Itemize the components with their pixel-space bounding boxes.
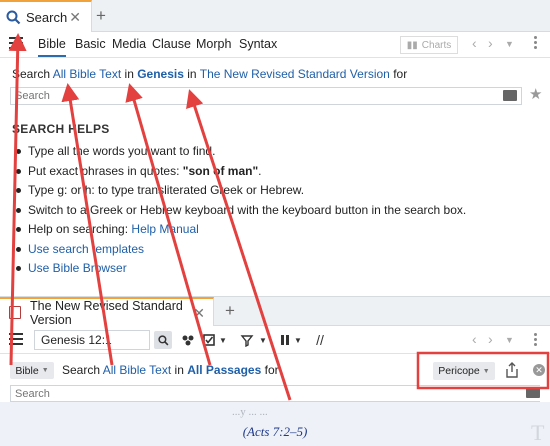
bible-toolbar: ▼ ▼ ▼ // ‹ › ▼	[0, 326, 550, 354]
bible-text-area: ...y ... ... (Acts 7:2–5) T	[0, 402, 550, 446]
tab-syntax[interactable]: Syntax	[239, 37, 277, 51]
book-link[interactable]: Genesis	[137, 67, 184, 81]
search-helps-title: SEARCH HELPS	[12, 122, 110, 136]
chevron-down-icon[interactable]: ▼	[219, 331, 227, 349]
tab-clause[interactable]: Clause	[152, 37, 191, 51]
tab-search[interactable]: Search ✕	[0, 0, 92, 32]
search-icon[interactable]	[154, 331, 172, 349]
forward-arrow-icon[interactable]: ›	[488, 331, 493, 347]
version-link[interactable]: The New Revised Standard Version	[200, 67, 390, 81]
chevron-down-icon[interactable]: ▼	[259, 331, 267, 349]
bible-browser-link[interactable]: Use Bible Browser	[28, 261, 127, 275]
search-templates-link[interactable]: Use search templates	[28, 242, 144, 256]
in-word-2: in	[187, 67, 197, 81]
keyboard-icon[interactable]	[503, 90, 517, 101]
bible-search-box	[10, 385, 540, 402]
tab-basic[interactable]: Basic	[75, 37, 106, 51]
tab-bible[interactable]: Bible	[38, 37, 66, 57]
tab-bible-version-label: The New Revised Standard Version	[30, 298, 183, 327]
more-options-icon[interactable]	[534, 333, 538, 348]
close-icon[interactable]: ✕	[69, 9, 81, 26]
list-item: Type g: or h: to type transliterated Gre…	[12, 183, 466, 203]
share-icon[interactable]	[503, 360, 521, 380]
charts-button[interactable]: ▮▮ Charts	[400, 36, 458, 54]
clear-search-icon[interactable]: ✕	[533, 364, 545, 376]
chevron-down-icon[interactable]: ▼	[505, 335, 514, 345]
bible-search-bar: Bible ▼ Search All Bible Text in All Pas…	[0, 355, 550, 385]
keyboard-icon[interactable]	[526, 387, 540, 398]
tab-bible-version[interactable]: The New Revised Standard Version ✕	[0, 297, 214, 327]
reference-input[interactable]	[35, 331, 145, 349]
visual-filter-icon[interactable]	[239, 331, 255, 349]
hamburger-menu-icon[interactable]	[9, 37, 23, 51]
search-type-bar: Bible Basic Media Clause Morph Syntax ▮▮…	[0, 32, 550, 58]
in-word: in	[124, 67, 134, 81]
add-tab-icon[interactable]: +	[96, 6, 106, 26]
search-icon	[0, 10, 26, 25]
top-tab-bar: Search ✕ +	[0, 0, 550, 32]
scope-link[interactable]: All Bible Text	[103, 363, 171, 377]
faint-verse-text: ...y ... ...	[232, 406, 268, 418]
help-manual-link[interactable]: Help Manual	[131, 222, 198, 236]
back-arrow-icon[interactable]: ‹	[472, 331, 477, 347]
tab-media[interactable]: Media	[112, 37, 146, 51]
pericope-label: Pericope	[438, 365, 480, 377]
tab-morph[interactable]: Morph	[196, 37, 231, 51]
passages-link[interactable]: All Passages	[187, 363, 261, 377]
parallel-icon[interactable]	[180, 331, 196, 349]
list-item: Put exact phrases in quotes: "son of man…	[12, 164, 466, 184]
star-icon[interactable]: ★	[529, 85, 542, 103]
search-prefix: Search	[62, 363, 101, 377]
search-suffix: for	[264, 363, 279, 377]
search-scope-line-2: Search All Bible Text in All Passages fo…	[62, 363, 279, 377]
search-input[interactable]	[11, 88, 491, 104]
bible-dropdown-label: Bible	[15, 364, 39, 377]
charts-label: Charts	[421, 39, 452, 51]
search-suffix: for	[393, 67, 408, 81]
search-helps-list: Type all the words you want to find. Put…	[12, 144, 466, 281]
reference-box	[34, 330, 150, 350]
book-icon	[9, 306, 21, 319]
chevron-down-icon[interactable]: ▼	[294, 331, 302, 349]
text-size-icon[interactable]: T	[531, 420, 544, 446]
citation-text: (Acts 7:2–5)	[242, 424, 308, 439]
bottom-tab-bar: The New Revised Standard Version ✕ +	[0, 296, 550, 327]
in-word: in	[174, 363, 184, 377]
more-options-icon[interactable]	[534, 36, 538, 51]
hamburger-menu-icon[interactable]	[9, 333, 23, 347]
list-item: Type all the words you want to find.	[12, 144, 466, 164]
pericope-button[interactable]: Pericope ▼	[433, 362, 495, 380]
back-arrow-icon[interactable]: ‹	[472, 35, 477, 51]
list-item: Use Bible Browser	[12, 261, 466, 281]
search-scope-line: Search All Bible Text in Genesis in The …	[12, 67, 407, 81]
slash-icon[interactable]: //	[314, 331, 326, 349]
forward-arrow-icon[interactable]: ›	[488, 35, 493, 51]
search-box	[10, 87, 522, 105]
scope-link[interactable]: All Bible Text	[53, 67, 121, 81]
close-icon[interactable]: ✕	[193, 305, 205, 322]
bar-chart-icon: ▮▮	[406, 39, 418, 51]
list-item: Use search templates	[12, 242, 466, 262]
chevron-down-icon: ▼	[482, 367, 490, 375]
search-prefix: Search	[12, 67, 51, 81]
list-item: Help on searching: Help Manual	[12, 222, 466, 242]
list-item: Switch to a Greek or Hebrew keyboard wit…	[12, 203, 466, 223]
chevron-down-icon[interactable]: ▼	[505, 39, 514, 49]
chevron-down-icon: ▼	[41, 367, 49, 374]
columns-icon[interactable]	[279, 331, 291, 349]
checkbox-icon[interactable]	[202, 331, 216, 349]
add-tab-icon[interactable]: +	[225, 301, 235, 321]
bible-dropdown-button[interactable]: Bible ▼	[10, 362, 54, 379]
tab-search-label: Search	[26, 9, 68, 25]
bible-search-input[interactable]	[11, 386, 511, 402]
